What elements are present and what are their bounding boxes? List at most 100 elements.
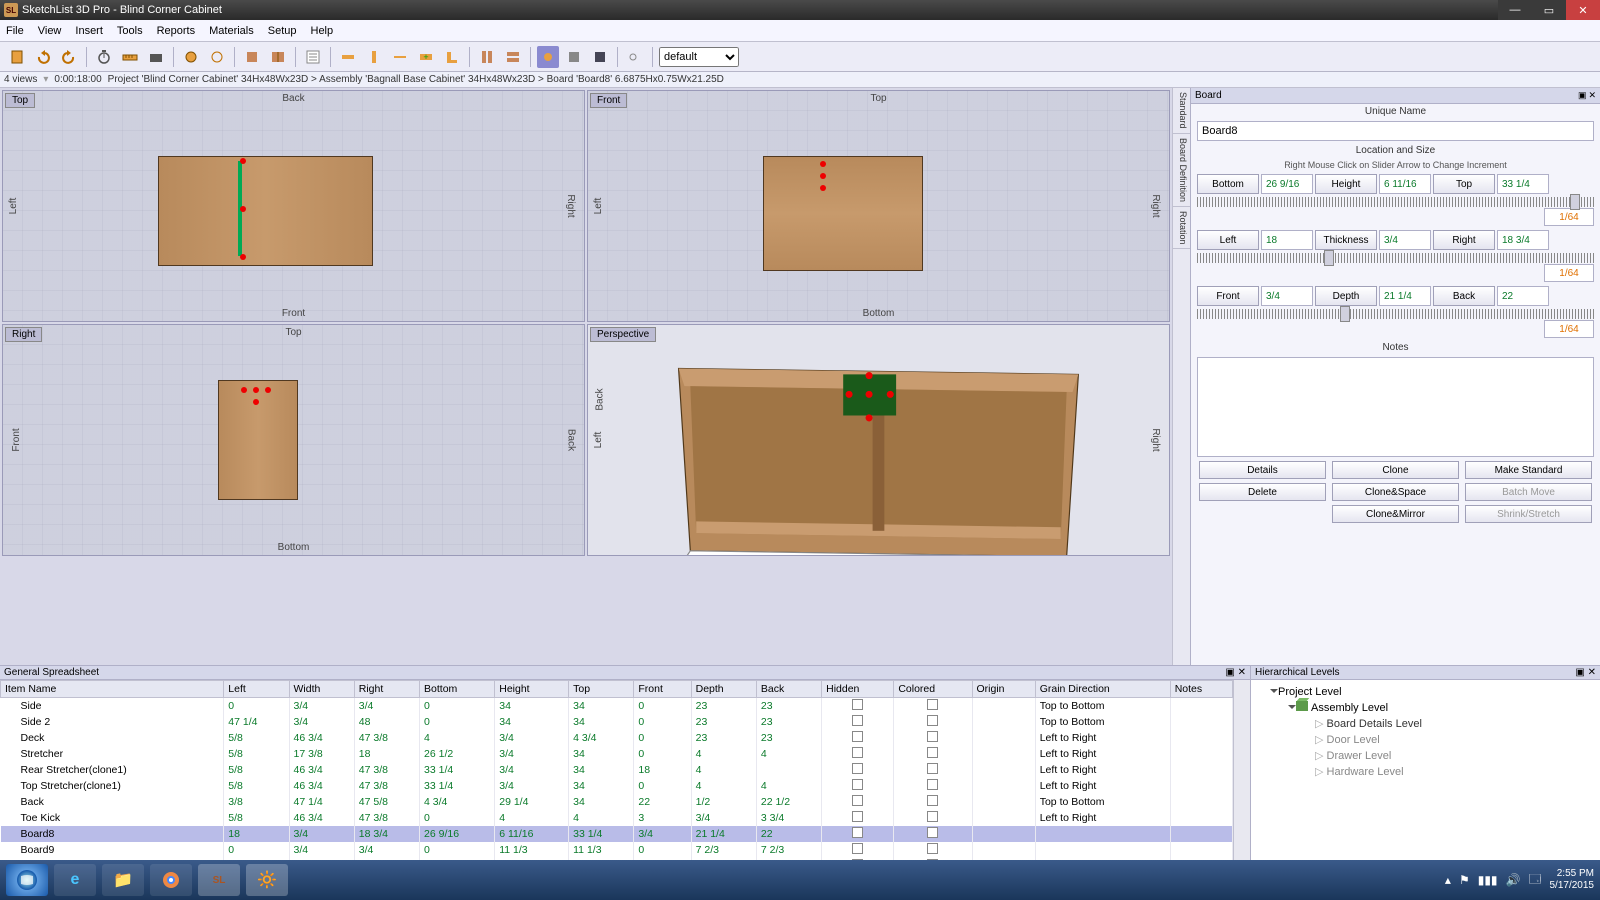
sidetab-board-definition[interactable]: Board Definition: [1173, 134, 1190, 207]
hierarchy-item[interactable]: Assembly Level: [1257, 700, 1594, 716]
table-row[interactable]: Rear Stretcher(clone1)5/846 3/447 3/833 …: [1, 762, 1233, 778]
clone-space-button[interactable]: Clone&Space: [1332, 483, 1459, 501]
breadcrumb[interactable]: Project 'Blind Corner Cabinet' 34Hx48Wx2…: [108, 74, 724, 85]
taskbar-app-icon[interactable]: 🔆: [246, 864, 288, 896]
menu-file[interactable]: File: [6, 25, 24, 37]
table-row[interactable]: Deck5/846 3/447 3/843/44 3/402323Left to…: [1, 730, 1233, 746]
sidetab-standard[interactable]: Standard: [1173, 88, 1190, 134]
tool-mode-dark-icon[interactable]: [589, 46, 611, 68]
dim-right-button[interactable]: Right: [1433, 230, 1495, 250]
table-row[interactable]: Top Stretcher(clone1)5/846 3/447 3/833 1…: [1, 778, 1233, 794]
tool-timer-icon[interactable]: [93, 46, 115, 68]
menu-tools[interactable]: Tools: [117, 25, 143, 37]
taskbar-chrome-icon[interactable]: [150, 864, 192, 896]
tool-undo-icon[interactable]: [32, 46, 54, 68]
tray-volume-icon[interactable]: 🔊: [1506, 873, 1521, 887]
menu-insert[interactable]: Insert: [75, 25, 103, 37]
panel-dock-icon[interactable]: ▣: [1575, 667, 1584, 678]
dim-slider-2[interactable]: [1197, 309, 1594, 319]
dim-right-value[interactable]: 18 3/4: [1497, 230, 1549, 250]
menu-setup[interactable]: Setup: [268, 25, 297, 37]
taskbar-sketchlist-icon[interactable]: SL: [198, 864, 240, 896]
delete-button[interactable]: Delete: [1199, 483, 1326, 501]
dim-top-value[interactable]: 33 1/4: [1497, 174, 1549, 194]
col-hidden[interactable]: Hidden: [822, 681, 894, 698]
menu-view[interactable]: View: [38, 25, 62, 37]
col-origin[interactable]: Origin: [972, 681, 1035, 698]
tool-target-icon[interactable]: [206, 46, 228, 68]
details-button[interactable]: Details: [1199, 461, 1326, 479]
dim-back-value[interactable]: 22: [1497, 286, 1549, 306]
table-row[interactable]: Board8183/418 3/426 9/166 11/1633 1/43/4…: [1, 826, 1233, 842]
hierarchy-item[interactable]: ▷ Drawer Level: [1257, 748, 1594, 764]
viewport-top[interactable]: Top Back Front Left Right: [2, 90, 585, 322]
window-minimize-button[interactable]: —: [1498, 0, 1532, 20]
menu-materials[interactable]: Materials: [209, 25, 254, 37]
table-row[interactable]: Side 247 1/43/4480343402323Top to Bottom: [1, 714, 1233, 730]
table-row[interactable]: Toe Kick5/846 3/447 3/804433/43 3/4Left …: [1, 810, 1233, 826]
dim-back-button[interactable]: Back: [1433, 286, 1495, 306]
panel-close-icon[interactable]: ✕: [1588, 90, 1596, 101]
menu-reports[interactable]: Reports: [157, 25, 196, 37]
hierarchy-item[interactable]: ▷ Door Level: [1257, 732, 1594, 748]
clone-mirror-button[interactable]: Clone&Mirror: [1332, 505, 1459, 523]
col-height[interactable]: Height: [495, 681, 569, 698]
dim-height-value[interactable]: 6 11/16: [1379, 174, 1431, 194]
increment-box-1[interactable]: 1/64: [1544, 264, 1594, 282]
col-back[interactable]: Back: [756, 681, 821, 698]
col-bottom[interactable]: Bottom: [420, 681, 495, 698]
unique-name-input[interactable]: [1197, 121, 1594, 141]
dim-height-button[interactable]: Height: [1315, 174, 1377, 194]
col-grain-direction[interactable]: Grain Direction: [1035, 681, 1170, 698]
hierarchy-item[interactable]: ▷ Hardware Level: [1257, 764, 1594, 780]
table-row[interactable]: Board903/43/4011 1/311 1/307 2/37 2/3: [1, 842, 1233, 858]
window-maximize-button[interactable]: ▭: [1532, 0, 1566, 20]
increment-box-0[interactable]: 1/64: [1544, 208, 1594, 226]
col-item-name[interactable]: Item Name: [1, 681, 224, 698]
hierarchy-item[interactable]: ▷ Board Details Level: [1257, 716, 1594, 732]
spreadsheet-scrollbar[interactable]: [1233, 680, 1250, 860]
window-close-button[interactable]: ✕: [1566, 0, 1600, 20]
notes-textarea[interactable]: [1197, 357, 1594, 457]
make-standard-button[interactable]: Make Standard: [1465, 461, 1592, 479]
dim-slider-0[interactable]: [1197, 197, 1594, 207]
viewport-front[interactable]: Front Top Bottom Left Right: [587, 90, 1170, 322]
col-top[interactable]: Top: [569, 681, 634, 698]
dim-slider-1[interactable]: [1197, 253, 1594, 263]
tool-mode-blue-icon[interactable]: [537, 46, 559, 68]
toolbar-preset-select[interactable]: default: [659, 47, 739, 67]
panel-dock-icon[interactable]: ▣: [1225, 667, 1234, 678]
col-right[interactable]: Right: [354, 681, 419, 698]
sidetab-rotation[interactable]: Rotation: [1173, 207, 1190, 250]
dim-front-value[interactable]: 3/4: [1261, 286, 1313, 306]
dim-thickness-button[interactable]: Thickness: [1315, 230, 1377, 250]
tool-box1-icon[interactable]: [241, 46, 263, 68]
tool-camera-icon[interactable]: [145, 46, 167, 68]
dim-depth-button[interactable]: Depth: [1315, 286, 1377, 306]
menu-help[interactable]: Help: [311, 25, 334, 37]
tool-circle-icon[interactable]: [180, 46, 202, 68]
tool-board-l-icon[interactable]: [441, 46, 463, 68]
tool-redo-icon[interactable]: [58, 46, 80, 68]
shrink-stretch-button[interactable]: Shrink/Stretch: [1465, 505, 1592, 523]
tool-board-vert-icon[interactable]: [363, 46, 385, 68]
dim-front-button[interactable]: Front: [1197, 286, 1259, 306]
increment-box-2[interactable]: 1/64: [1544, 320, 1594, 338]
tray-network-icon[interactable]: ▮▮▮: [1478, 873, 1498, 887]
tool-list-icon[interactable]: [302, 46, 324, 68]
tool-board-add-icon[interactable]: +: [415, 46, 437, 68]
panel-dock-icon[interactable]: ▣: [1578, 90, 1587, 101]
dim-left-value[interactable]: 18: [1261, 230, 1313, 250]
tray-up-icon[interactable]: ▴: [1445, 873, 1451, 887]
tool-drawer-icon[interactable]: [502, 46, 524, 68]
col-front[interactable]: Front: [634, 681, 691, 698]
dim-bottom-value[interactable]: 26 9/16: [1261, 174, 1313, 194]
dim-thickness-value[interactable]: 3/4: [1379, 230, 1431, 250]
tool-measure-icon[interactable]: [119, 46, 141, 68]
dim-bottom-button[interactable]: Bottom: [1197, 174, 1259, 194]
dim-top-button[interactable]: Top: [1433, 174, 1495, 194]
col-left[interactable]: Left: [224, 681, 289, 698]
tool-mode-grey-icon[interactable]: [563, 46, 585, 68]
viewport-right[interactable]: Right Top Bottom Front Back: [2, 324, 585, 556]
dim-left-button[interactable]: Left: [1197, 230, 1259, 250]
